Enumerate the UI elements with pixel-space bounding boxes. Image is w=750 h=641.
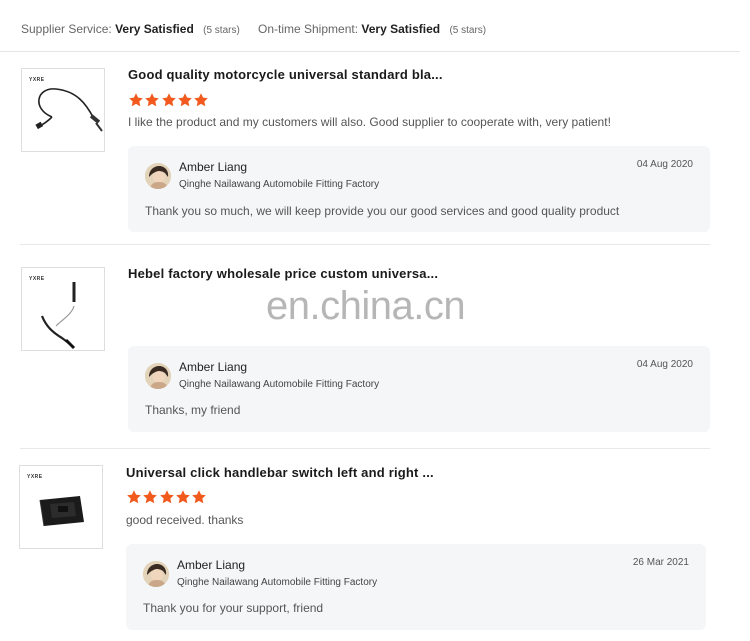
review-divider (20, 448, 710, 449)
reply-date: 04 Aug 2020 (636, 159, 693, 170)
supplier-reply: Amber Liang Qinghe Nailawang Automobile … (128, 146, 710, 232)
product-thumbnail[interactable]: YXRE (19, 465, 103, 549)
ontime-shipment-rating: On-time Shipment: Very Satisfied (5 star… (258, 22, 486, 36)
product-thumbnail[interactable]: YXRE (21, 68, 105, 152)
reply-author-name: Amber Liang (177, 558, 246, 572)
star-icon (145, 93, 160, 107)
supplier-reply: Amber Liang Qinghe Nailawang Automobile … (128, 346, 710, 432)
star-icon (161, 93, 176, 107)
star-icon (127, 490, 141, 504)
wire-icon (40, 282, 76, 350)
ontime-shipment-label: On-time Shipment: (258, 22, 359, 36)
reply-company: Qinghe Nailawang Automobile Fitting Fact… (179, 179, 380, 190)
review-divider (20, 244, 710, 245)
product-thumbnail[interactable]: YXRE (21, 267, 105, 351)
reply-author-name: Amber Liang (179, 360, 248, 374)
supplier-service-value: Very Satisfied (115, 22, 194, 36)
reply-date: 26 Mar 2021 (632, 557, 689, 568)
avatar (145, 163, 171, 189)
reply-text: Thanks, my friend (145, 403, 241, 417)
reply-company: Qinghe Nailawang Automobile Fitting Fact… (179, 379, 380, 390)
reply-author-name: Amber Liang (179, 160, 248, 174)
watermark: en.china.cn (266, 284, 466, 328)
star-icon (159, 490, 174, 504)
star-icon (194, 93, 208, 107)
ontime-shipment-value: Very Satisfied (361, 22, 441, 36)
star-rating (128, 92, 209, 108)
ontime-shipment-stars: (5 stars) (449, 25, 487, 36)
star-icon (178, 93, 192, 107)
star-icon (176, 490, 190, 504)
star-icon (192, 490, 206, 504)
product-title[interactable]: Universal click handlebar switch left an… (126, 465, 434, 480)
supplier-service-stars: (5 stars) (203, 25, 240, 36)
star-rating (126, 489, 207, 505)
star-icon (129, 93, 143, 107)
reply-text: Thank you so much, we will keep provide … (145, 204, 620, 218)
review-comment: good received. thanks (126, 513, 244, 527)
product-title[interactable]: Hebel factory wholesale price custom uni… (128, 266, 438, 281)
supplier-service-label: Supplier Service: (21, 22, 112, 36)
star-icon (143, 490, 158, 504)
cable-icon (35, 88, 103, 132)
switch-icon (39, 496, 84, 527)
reply-company: Qinghe Nailawang Automobile Fitting Fact… (177, 577, 378, 588)
review-comment: I like the product and my customers will… (128, 115, 611, 129)
supplier-reply: Amber Liang Qinghe Nailawang Automobile … (126, 544, 706, 630)
product-title[interactable]: Good quality motorcycle universal standa… (128, 67, 443, 82)
reply-text: Thank you for your support, friend (143, 601, 324, 615)
rating-summary: Supplier Service: Very Satisfied (5 star… (0, 0, 740, 52)
supplier-service-rating: Supplier Service: Very Satisfied (5 star… (21, 22, 240, 36)
avatar (143, 561, 169, 587)
avatar (145, 363, 171, 389)
reply-date: 04 Aug 2020 (636, 359, 693, 370)
